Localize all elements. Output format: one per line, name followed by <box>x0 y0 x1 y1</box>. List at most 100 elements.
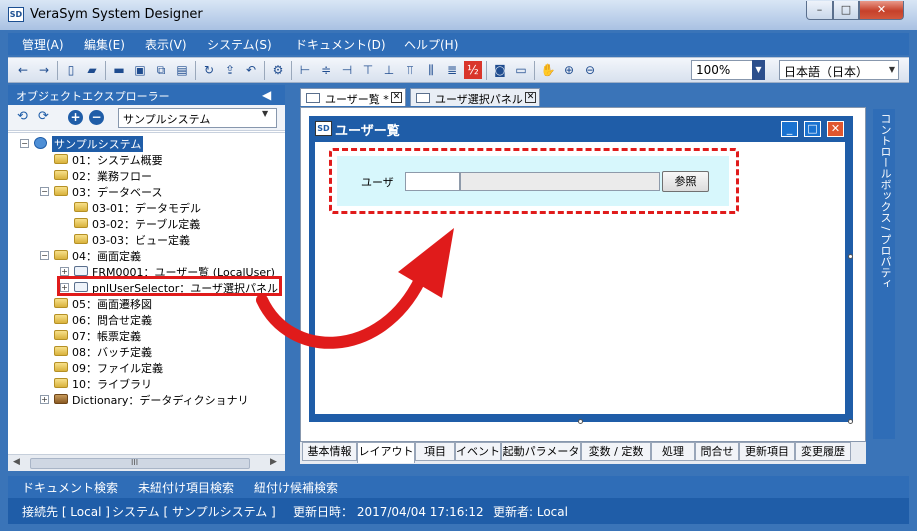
folder-icon <box>54 314 68 324</box>
tab-order-icon[interactable]: ½ <box>464 61 482 79</box>
menu-manage[interactable]: 管理(A) <box>22 36 64 53</box>
title-bar[interactable]: SD VeraSym System Designer – □ ✕ <box>0 0 917 30</box>
align-middle-icon[interactable]: ⊥ <box>380 61 398 79</box>
app-logo-icon: SD <box>8 7 24 22</box>
tab-user-selector-panel[interactable]: ユーザ選択パネル ✕ <box>410 88 540 106</box>
remove-icon[interactable]: − <box>89 110 104 125</box>
expand-icon[interactable]: + <box>40 395 49 404</box>
scroll-left-icon[interactable]: ◀ <box>13 457 20 467</box>
camera-icon[interactable]: ◙ <box>491 61 509 79</box>
menu-view[interactable]: 表示(V) <box>145 36 187 53</box>
link-candidate-search-link[interactable]: 紐付け候補検索 <box>254 479 338 496</box>
keyboard-icon[interactable]: ▭ <box>512 61 530 79</box>
resize-handle[interactable] <box>848 419 853 424</box>
dictionary-icon <box>54 394 68 404</box>
document-search-link[interactable]: ドキュメント検索 <box>22 479 118 496</box>
folder-icon <box>54 250 68 260</box>
close-icon[interactable]: ✕ <box>525 92 536 103</box>
tree-item-label: 02：業務フロー <box>72 170 152 183</box>
tree-item-label: 03-01：データモデル <box>92 202 201 215</box>
folder-icon[interactable]: ▬ <box>110 61 128 79</box>
zoom-out-icon[interactable]: ⊖ <box>581 61 599 79</box>
distribute-horizontal-icon[interactable]: ⫼ <box>422 61 440 79</box>
tab-user-list[interactable]: ユーザー覧 * ✕ <box>300 88 406 106</box>
align-right-icon[interactable]: ⊣ <box>338 61 356 79</box>
chevron-down-icon[interactable]: ▼ <box>752 60 765 80</box>
panel-icon <box>416 93 430 103</box>
system-icon <box>34 137 47 149</box>
toolbar-separator <box>105 61 106 80</box>
new-form-icon[interactable]: ▣ <box>131 61 149 79</box>
bottom-tab[interactable]: 基本情報 <box>302 442 357 461</box>
tree-item-label: 07：帳票定義 <box>72 330 141 343</box>
form-maximize-button[interactable]: □ <box>804 121 821 137</box>
menu-system[interactable]: システム(S) <box>207 36 272 53</box>
toolbar-separator <box>57 61 58 80</box>
toolbar-separator <box>486 61 487 80</box>
undo-icon[interactable]: ↶ <box>242 61 260 79</box>
chevron-down-icon[interactable]: ▼ <box>886 60 898 80</box>
bottom-tab[interactable]: 項目 <box>415 442 455 461</box>
close-icon[interactable]: ✕ <box>391 92 402 103</box>
collapse-icon[interactable]: − <box>20 139 29 148</box>
toolbar-separator <box>534 61 535 80</box>
tree-item-label: 03-03：ビュー定義 <box>92 234 190 247</box>
paste-icon[interactable]: ▤ <box>173 61 191 79</box>
tree-item-label: Dictionary：データディクショナリ <box>72 394 249 407</box>
bottom-tab[interactable]: 起動パラメータ <box>501 442 581 461</box>
bottom-tab[interactable]: イベント <box>455 442 501 461</box>
refresh-icon[interactable]: ↻ <box>200 61 218 79</box>
zoom-in-icon[interactable]: ⊕ <box>560 61 578 79</box>
back-arrow-icon[interactable]: ← <box>14 61 32 79</box>
bottom-tab[interactable]: 処理 <box>651 442 695 461</box>
bottom-tab[interactable]: 更新項目 <box>739 442 795 461</box>
resize-handle[interactable] <box>578 419 583 424</box>
menu-edit[interactable]: 編集(E) <box>84 36 125 53</box>
panel-icon[interactable]: ▯ <box>62 61 80 79</box>
close-button[interactable]: ✕ <box>859 1 904 20</box>
menu-document[interactable]: ドキュメント(D) <box>295 36 386 53</box>
align-center-icon[interactable]: ≑ <box>317 61 335 79</box>
sync-icon[interactable]: ⟲ <box>17 109 28 124</box>
side-panel-label[interactable]: コントロールボックス / プロパティ <box>875 113 893 289</box>
minimize-button[interactable]: – <box>806 1 833 20</box>
add-icon[interactable]: + <box>68 110 83 125</box>
form-close-button[interactable]: ✕ <box>827 121 844 137</box>
maximize-button[interactable]: □ <box>833 1 859 20</box>
copy-icon[interactable]: ⧉ <box>152 61 170 79</box>
folder-icon <box>54 330 68 340</box>
settings-icon[interactable]: ⚙ <box>269 61 287 79</box>
language-select[interactable]: 日本語（日本） <box>779 60 899 80</box>
bottom-tab[interactable]: 変更履歴 <box>795 442 851 461</box>
bottom-tab[interactable]: 問合せ <box>695 442 739 461</box>
horizontal-scrollbar[interactable]: ◀ III ▶ <box>8 454 285 471</box>
sync-all-icon[interactable]: ⟳ <box>38 109 49 124</box>
expand-icon[interactable]: + <box>60 267 69 276</box>
chevron-down-icon[interactable]: ▼ <box>262 109 268 118</box>
scroll-thumb[interactable]: III <box>30 458 250 469</box>
open-folder-icon[interactable]: ▰ <box>83 61 101 79</box>
tree-item-label: 08：バッチ定義 <box>72 346 152 359</box>
align-top-icon[interactable]: ⊤ <box>359 61 377 79</box>
side-panel-strip[interactable]: コントロールボックス / プロパティ <box>873 109 895 439</box>
forward-arrow-icon[interactable]: → <box>35 61 53 79</box>
menu-help[interactable]: ヘルプ(H) <box>404 36 458 53</box>
align-bottom-icon[interactable]: ⫪ <box>401 61 419 79</box>
export-icon[interactable]: ⇪ <box>221 61 239 79</box>
folder-icon <box>54 362 68 372</box>
bottom-tab[interactable]: 変数 / 定数 <box>581 442 651 461</box>
system-select[interactable]: サンプルシステム <box>118 108 277 128</box>
resize-handle[interactable] <box>848 254 853 259</box>
tab-label: ユーザー覧 * <box>325 93 389 106</box>
collapse-icon[interactable]: − <box>40 187 49 196</box>
unlinked-item-search-link[interactable]: 未紐付け項目検索 <box>138 479 234 496</box>
bottom-tab[interactable]: レイアウト <box>357 442 415 463</box>
scroll-right-icon[interactable]: ▶ <box>270 457 277 467</box>
collapse-icon[interactable]: − <box>40 251 49 260</box>
form-logo-icon: SD <box>315 121 332 136</box>
hand-icon[interactable]: ✋ <box>539 61 557 79</box>
distribute-vertical-icon[interactable]: ≣ <box>443 61 461 79</box>
form-minimize-button[interactable]: _ <box>781 121 798 137</box>
align-left-icon[interactable]: ⊢ <box>296 61 314 79</box>
collapse-panel-icon[interactable]: ◀ <box>262 88 271 102</box>
